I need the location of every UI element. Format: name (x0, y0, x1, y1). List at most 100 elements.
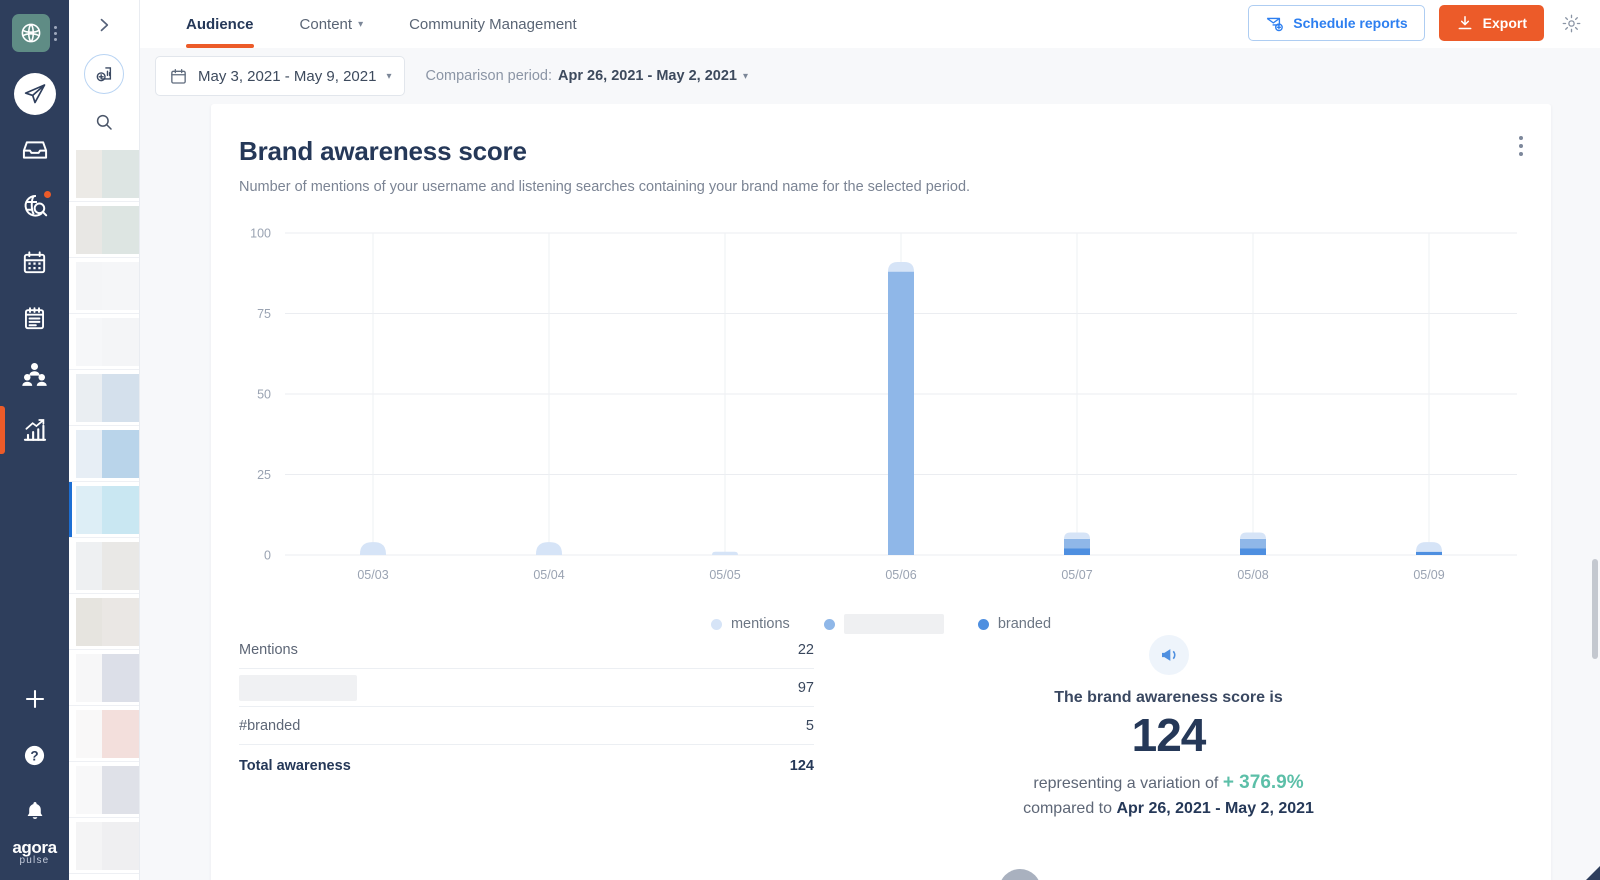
sidebar-item-listening[interactable] (0, 178, 69, 234)
profiles-search-button[interactable] (69, 98, 140, 146)
export-button[interactable]: Export (1439, 5, 1544, 41)
profile-avatar-redacted (76, 206, 102, 254)
sidebar-item-calendar[interactable] (0, 234, 69, 290)
chart-bar-segment[interactable] (1064, 532, 1090, 538)
table-row: 97 (239, 669, 814, 707)
legend-label: branded (998, 616, 1051, 632)
question-circle-icon: ? (22, 743, 47, 768)
profile-list-item[interactable] (69, 482, 139, 538)
svg-text:25: 25 (257, 468, 271, 482)
profile-list-item[interactable] (69, 146, 139, 202)
stats-value: 124 (790, 758, 814, 774)
profile-avatar-redacted (76, 654, 102, 702)
profile-label-redacted (102, 654, 139, 702)
megaphone-icon (1149, 635, 1189, 675)
profile-avatar-redacted (76, 374, 102, 422)
legend-item[interactable]: branded (978, 616, 1051, 632)
chart-bar-segment[interactable] (536, 542, 562, 555)
profile-list-item[interactable] (69, 370, 139, 426)
bell-icon (23, 799, 47, 823)
tab-content-label: Content (300, 16, 353, 33)
sidebar-item-notifications[interactable] (0, 783, 69, 839)
sidebar-item-add[interactable] (0, 671, 69, 727)
tab-audience[interactable]: Audience (186, 0, 254, 48)
schedule-reports-button[interactable]: Schedule reports (1248, 5, 1424, 41)
profile-list-item[interactable] (69, 258, 139, 314)
profile-list-item[interactable] (69, 762, 139, 818)
brand-awareness-chart: 0255075100 05/0305/0405/0505/0605/0705/0… (239, 219, 1523, 599)
chart-bar-segment[interactable] (888, 272, 914, 555)
chart-bar-segment[interactable] (1064, 549, 1090, 555)
date-range-picker[interactable]: May 3, 2021 - May 9, 2021 ▾ (155, 56, 405, 96)
profile-list-item[interactable] (69, 594, 139, 650)
stats-label: #branded (239, 718, 300, 734)
svg-text:05/06: 05/06 (885, 568, 916, 582)
profile-list-item[interactable] (69, 818, 139, 874)
sidebar-item-content-queue[interactable] (0, 290, 69, 346)
gear-icon[interactable] (1558, 10, 1584, 36)
profile-label-redacted (102, 150, 139, 198)
profiles-redacted-list[interactable] (69, 146, 139, 880)
sidebar-item-publish[interactable] (0, 66, 69, 122)
chevron-down-icon: ▾ (358, 19, 363, 30)
sidebar-item-help[interactable]: ? (0, 727, 69, 783)
vertical-scrollbar[interactable] (1592, 559, 1598, 659)
svg-text:05/08: 05/08 (1237, 568, 1268, 582)
chart-bar-segment[interactable] (888, 262, 914, 272)
chart-bar-segment[interactable] (1064, 539, 1090, 549)
add-profile-button[interactable] (69, 50, 140, 98)
sidebar-item-reports[interactable] (0, 402, 69, 458)
tab-community-management[interactable]: Community Management (409, 0, 577, 48)
comparison-period-value: Apr 26, 2021 - May 2, 2021 (558, 68, 737, 84)
sidebar-item-inbox[interactable] (0, 122, 69, 178)
legend-color-dot (978, 619, 989, 630)
svg-text:?: ? (30, 748, 38, 763)
chart-bar-segment[interactable] (1240, 539, 1266, 549)
sidebar-item-fans-followers[interactable] (0, 346, 69, 402)
profile-avatar-redacted (76, 766, 102, 814)
agorapulse-logo-icon[interactable] (12, 14, 50, 52)
profile-list-item[interactable] (69, 650, 139, 706)
svg-text:05/03: 05/03 (357, 568, 388, 582)
profile-list-item[interactable] (69, 538, 139, 594)
chart-bar-segment[interactable] (712, 552, 738, 555)
app-window: ? agora pulse (0, 0, 1600, 880)
svg-text:05/09: 05/09 (1413, 568, 1444, 582)
report-tabs: Audience Content ▾ Community Management (140, 0, 623, 48)
profile-list-item[interactable] (69, 426, 139, 482)
chart-bar-segment[interactable] (360, 542, 386, 555)
tab-content[interactable]: Content ▾ (300, 0, 364, 48)
svg-text:0: 0 (264, 549, 271, 563)
date-range-value: May 3, 2021 - May 9, 2021 (198, 68, 376, 85)
chart-bar-segment[interactable] (1240, 549, 1266, 555)
profile-label-redacted (102, 430, 139, 478)
account-menu-kebab[interactable] (54, 12, 57, 41)
chart-bar-segment[interactable] (1416, 542, 1442, 552)
profile-list-item[interactable] (69, 706, 139, 762)
summary-variation-line: representing a variation of + 376.9% (814, 772, 1523, 794)
chart-bar-segment[interactable] (1240, 532, 1266, 538)
profile-list-item[interactable] (69, 202, 139, 258)
top-navigation-bar: Audience Content ▾ Community Management … (140, 0, 1600, 48)
profile-list-item[interactable] (69, 314, 139, 370)
chart-bars[interactable] (360, 262, 1442, 555)
summary-headline: The brand awareness score is (814, 689, 1523, 707)
topbar-actions: Schedule reports Export (1248, 5, 1600, 48)
profile-avatar-redacted (76, 430, 102, 478)
tab-audience-label: Audience (186, 16, 254, 33)
plus-icon (22, 686, 48, 712)
chart-bar-segment[interactable] (1416, 552, 1442, 555)
summary-variation-value: + 376.9% (1223, 772, 1304, 793)
users-icon (20, 360, 49, 389)
chart-canvas: 0255075100 05/0305/0405/0505/0605/0705/0… (239, 219, 1523, 599)
profile-label-redacted (102, 598, 139, 646)
legend-item[interactable]: mentions (711, 616, 790, 632)
comparison-period-label: Comparison period: (425, 68, 552, 84)
comparison-period-selector[interactable]: Comparison period: Apr 26, 2021 - May 2,… (425, 68, 748, 84)
legend-color-dot (711, 619, 722, 630)
profile-label-redacted (102, 486, 139, 534)
panel-expand-button[interactable] (69, 0, 140, 50)
calendar-icon (21, 249, 48, 276)
more-vertical-icon[interactable] (1513, 130, 1529, 162)
stats-value: 97 (798, 680, 814, 696)
